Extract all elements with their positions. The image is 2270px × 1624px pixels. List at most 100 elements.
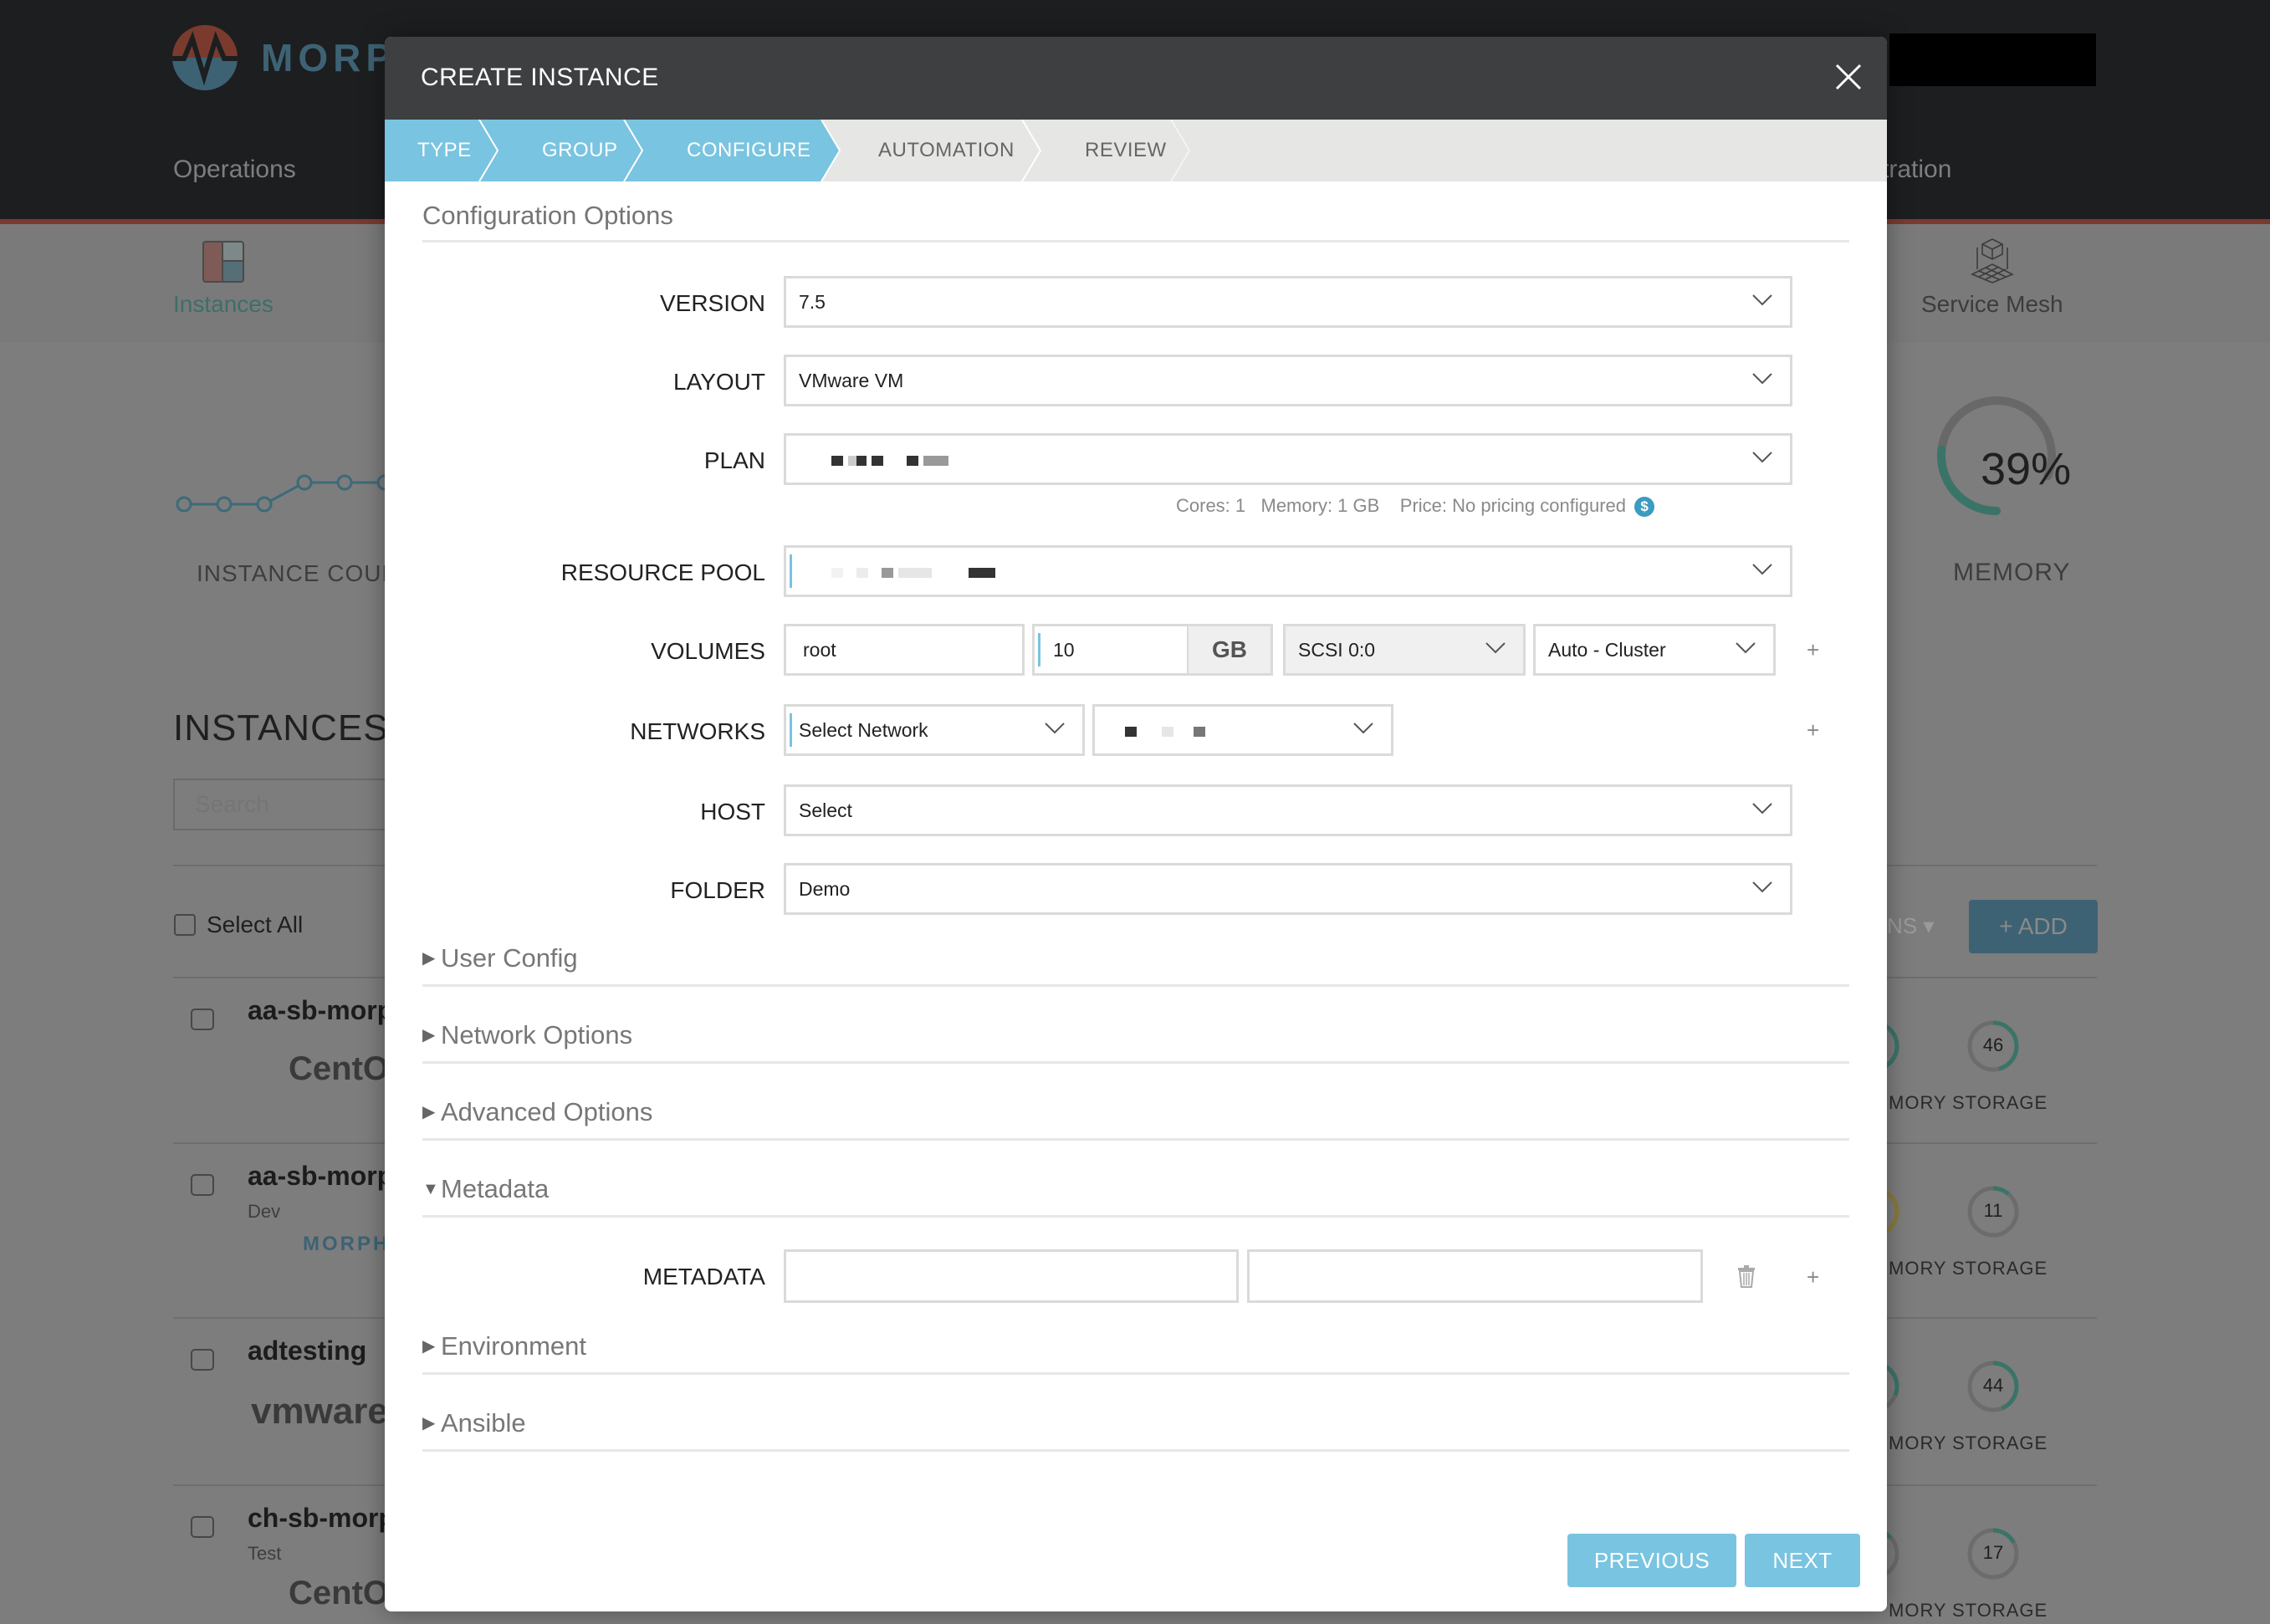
row-checkbox[interactable] bbox=[191, 1516, 214, 1538]
host-select[interactable]: Select bbox=[784, 784, 1792, 836]
instance-count-sparkline bbox=[176, 474, 385, 513]
step-group[interactable]: GROUP bbox=[542, 120, 618, 181]
section-ansible[interactable]: ▶ Ansible bbox=[422, 1408, 526, 1438]
host-label: HOST bbox=[700, 799, 765, 825]
section-label: Network Options bbox=[441, 1020, 633, 1049]
row-checkbox[interactable] bbox=[191, 1349, 214, 1371]
section-environment[interactable]: ▶ Environment bbox=[422, 1331, 586, 1361]
folder-select[interactable]: Demo bbox=[784, 863, 1792, 915]
resource-pool-select[interactable] bbox=[784, 545, 1792, 597]
folder-value: Demo bbox=[799, 878, 851, 900]
add-network-plus-icon[interactable]: + bbox=[1807, 718, 1819, 743]
instance-name[interactable]: adtesting bbox=[248, 1335, 366, 1366]
metadata-value-input[interactable] bbox=[1247, 1249, 1703, 1303]
chevron-down-icon bbox=[1353, 723, 1373, 734]
section-label: Environment bbox=[441, 1331, 587, 1361]
network-value: Select Network bbox=[799, 719, 928, 741]
sparkline-point bbox=[256, 496, 273, 513]
storage-label: STORAGE bbox=[1952, 1432, 2048, 1453]
step-type[interactable]: TYPE bbox=[417, 120, 472, 181]
network-adapter-value-redacted bbox=[1125, 719, 1210, 741]
sparkline-point bbox=[216, 496, 233, 513]
plan-select[interactable] bbox=[784, 433, 1792, 485]
redacted-user-area bbox=[1889, 33, 2096, 86]
morpheus-logo-icon[interactable] bbox=[172, 25, 238, 90]
section-label: Metadata bbox=[441, 1174, 550, 1203]
row-checkbox[interactable] bbox=[191, 1009, 214, 1030]
metadata-key-input[interactable] bbox=[784, 1249, 1239, 1303]
network-select[interactable]: Select Network bbox=[784, 704, 1085, 756]
instance-name[interactable]: aa-sb-morp bbox=[248, 995, 393, 1026]
instance-count-label: INSTANCE COUNT bbox=[197, 560, 415, 586]
next-button[interactable]: NEXT bbox=[1745, 1534, 1860, 1587]
memory-percent: 39% bbox=[1981, 444, 2072, 494]
sparkline-point bbox=[376, 474, 385, 491]
search-input[interactable] bbox=[173, 779, 391, 830]
network-adapter-select[interactable] bbox=[1092, 704, 1393, 756]
instance-type-logo: vmware bbox=[251, 1391, 388, 1432]
add-volume-plus-icon[interactable]: + bbox=[1807, 637, 1819, 663]
divider bbox=[422, 1061, 1849, 1064]
step-review[interactable]: REVIEW bbox=[1085, 120, 1167, 181]
version-select[interactable]: 7.5 bbox=[784, 276, 1792, 328]
select-all-label: Select All bbox=[207, 912, 304, 937]
sparkline-line bbox=[184, 481, 385, 506]
storage-value: 17 bbox=[1982, 1542, 2004, 1563]
section-metadata[interactable]: ▼Metadata bbox=[422, 1174, 549, 1204]
subnav-instances[interactable]: Instances bbox=[173, 291, 274, 318]
instances-icon bbox=[202, 241, 244, 283]
instance-name[interactable]: aa-sb-morp bbox=[248, 1161, 393, 1192]
section-user-config[interactable]: ▶ User Config bbox=[422, 943, 578, 973]
step-configure[interactable]: CONFIGURE bbox=[687, 120, 811, 181]
layout-value: VMware VM bbox=[799, 370, 904, 391]
configuration-options-title: Configuration Options bbox=[422, 201, 673, 230]
volume-datastore-select[interactable]: Auto - Cluster bbox=[1533, 624, 1776, 676]
memory-label: MORY bbox=[1889, 1600, 1947, 1621]
add-metadata-plus-icon[interactable]: + bbox=[1807, 1264, 1819, 1290]
subnav-service-mesh[interactable]: Service Mesh bbox=[1921, 291, 2063, 318]
service-mesh-icon bbox=[1971, 238, 2014, 283]
section-network-options[interactable]: ▶ Network Options bbox=[422, 1020, 632, 1050]
add-instance-button[interactable]: + ADD bbox=[1969, 900, 2098, 953]
nav-operations[interactable]: Operations bbox=[173, 156, 296, 184]
layout-select[interactable]: VMware VM bbox=[784, 355, 1792, 406]
actions-label: NS bbox=[1887, 913, 1918, 938]
volume-size-value: 10 bbox=[1053, 639, 1075, 661]
caret-right-icon: ▶ bbox=[422, 1026, 436, 1044]
storage-label: STORAGE bbox=[1952, 1258, 2048, 1279]
section-label: User Config bbox=[441, 943, 578, 973]
modal-header: CREATE INSTANCE bbox=[385, 37, 1887, 120]
plan-value-redacted bbox=[831, 448, 954, 470]
step-automation[interactable]: AUTOMATION bbox=[878, 120, 1015, 181]
close-icon[interactable] bbox=[1833, 62, 1864, 92]
memory-label: MORY bbox=[1889, 1432, 1947, 1453]
select-all-checkbox[interactable] bbox=[174, 914, 196, 936]
instance-name[interactable]: ch-sb-morp bbox=[248, 1503, 395, 1534]
storage-value: 11 bbox=[1983, 1200, 2003, 1221]
networks-label: NETWORKS bbox=[630, 718, 765, 744]
section-advanced-options[interactable]: ▶ Advanced Options bbox=[422, 1097, 652, 1127]
previous-button[interactable]: PREVIOUS bbox=[1567, 1534, 1736, 1587]
pricing-dollar-icon[interactable]: $ bbox=[1634, 497, 1655, 518]
divider bbox=[422, 984, 1849, 987]
divider bbox=[422, 1372, 1849, 1375]
resource-pool-label: RESOURCE POOL bbox=[560, 559, 765, 585]
trash-icon[interactable] bbox=[1737, 1264, 1756, 1288]
storage-label: STORAGE bbox=[1952, 1092, 2048, 1113]
nav-administration[interactable]: tration bbox=[1882, 156, 1951, 184]
section-label: Advanced Options bbox=[441, 1097, 653, 1126]
volume-name-input[interactable]: root bbox=[784, 624, 1025, 676]
actions-button[interactable]: NS ▾ bbox=[1887, 900, 1961, 953]
wizard-stepper: TYPE GROUP CONFIGURE AUTOMATION REVIEW bbox=[385, 120, 1887, 181]
plan-cores: Cores: 1 bbox=[1176, 495, 1246, 516]
volume-size-input[interactable]: 10 GB bbox=[1032, 624, 1273, 676]
volume-controller-select[interactable]: SCSI 0:0 bbox=[1283, 624, 1526, 676]
instance-group: Test bbox=[248, 1543, 282, 1564]
resource-pool-value-redacted bbox=[831, 560, 1000, 582]
storage-value: 44 bbox=[1982, 1375, 2004, 1396]
divider bbox=[422, 1215, 1849, 1218]
plan-price: Price: No pricing configured bbox=[1399, 495, 1627, 516]
row-checkbox[interactable] bbox=[191, 1174, 214, 1196]
volume-controller-value: SCSI 0:0 bbox=[1298, 639, 1376, 661]
layout-label: LAYOUT bbox=[673, 369, 765, 395]
